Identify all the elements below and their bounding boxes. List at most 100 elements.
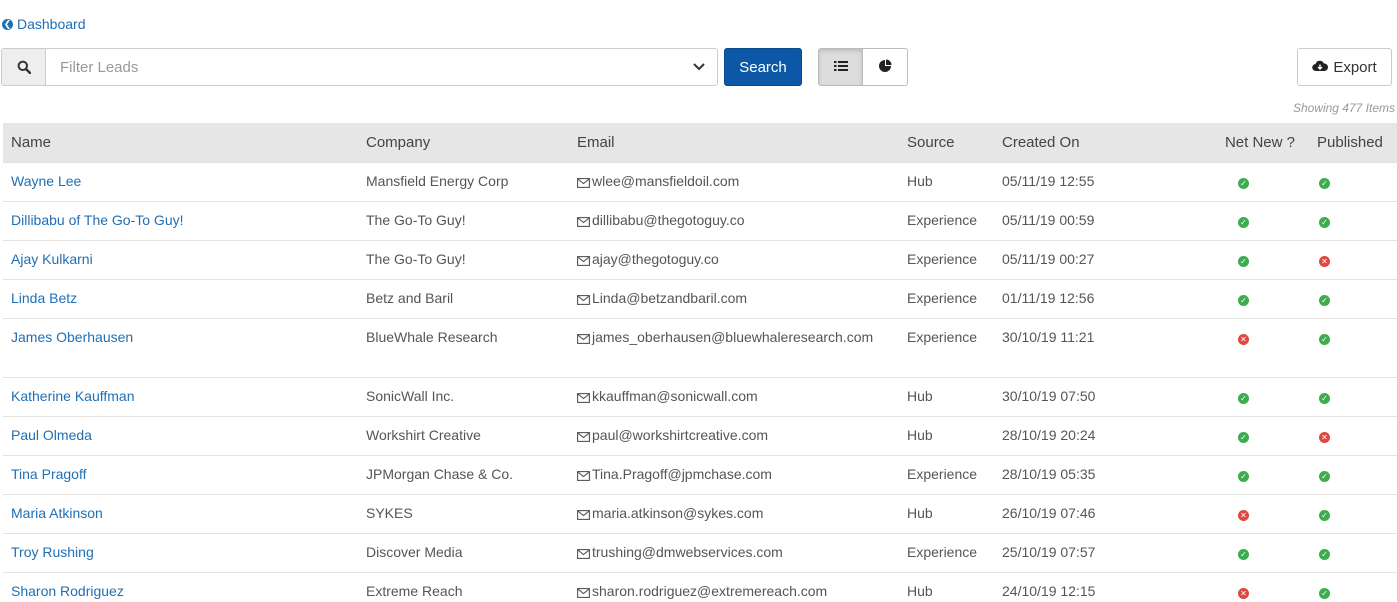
cell-net-new: ✕ bbox=[1204, 317, 1309, 377]
cell-source: Hub bbox=[899, 161, 994, 201]
export-label: Export bbox=[1333, 58, 1377, 76]
envelope-icon bbox=[577, 175, 590, 191]
table-row[interactable]: Tina Pragoff JPMorgan Chase & Co. Tina.Pra… bbox=[3, 454, 1397, 494]
table-row[interactable]: Troy Rushing Discover Media trushing@dmweb… bbox=[3, 532, 1397, 572]
cell-source: Experience bbox=[899, 317, 994, 377]
lead-name-link[interactable]: Sharon Rodriguez bbox=[11, 583, 124, 599]
table-row[interactable]: Paul Olmeda Workshirt Creative paul@worksh… bbox=[3, 415, 1397, 455]
cell-name: Maria Atkinson bbox=[3, 493, 358, 533]
email-text: kkauffman@sonicwall.com bbox=[592, 387, 758, 404]
check-circle-icon: ✓ bbox=[1319, 177, 1330, 189]
cell-source: Experience bbox=[899, 200, 994, 240]
column-header-net-new[interactable]: Net New ? bbox=[1204, 123, 1309, 162]
email-text: paul@workshirtcreative.com bbox=[592, 426, 769, 443]
cell-published: ✓ bbox=[1309, 493, 1397, 533]
cell-source: Experience bbox=[899, 239, 994, 279]
x-circle-icon: ✕ bbox=[1319, 431, 1330, 443]
cell-company: Discover Media bbox=[358, 532, 569, 572]
check-circle-icon: ✓ bbox=[1319, 470, 1330, 482]
list-view-button[interactable] bbox=[819, 49, 863, 85]
lead-name-link[interactable]: Ajay Kulkarni bbox=[11, 251, 93, 267]
lead-name-link[interactable]: Dillibabu of The Go-To Guy! bbox=[11, 212, 184, 228]
cell-company: BlueWhale Research bbox=[358, 317, 569, 377]
column-header-name[interactable]: Name bbox=[3, 123, 358, 162]
search-icon bbox=[2, 49, 46, 85]
lead-name-link[interactable]: Tina Pragoff bbox=[11, 466, 87, 482]
cell-published: ✓ bbox=[1309, 200, 1397, 240]
table-row[interactable]: Maria Atkinson SYKES maria.atkinson@sykes.… bbox=[3, 493, 1397, 533]
lead-name-link[interactable]: Maria Atkinson bbox=[11, 505, 103, 521]
cell-net-new: ✓ bbox=[1204, 415, 1309, 455]
export-button[interactable]: Export bbox=[1297, 48, 1392, 86]
cell-name: Tina Pragoff bbox=[3, 454, 358, 494]
cell-source: Experience bbox=[899, 454, 994, 494]
email-text: sharon.rodriguez@extremereach.com bbox=[592, 582, 828, 599]
cell-net-new: ✕ bbox=[1204, 493, 1309, 533]
cell-company: Workshirt Creative bbox=[358, 415, 569, 455]
envelope-icon bbox=[577, 468, 590, 484]
x-circle-icon: ✕ bbox=[1238, 587, 1249, 599]
check-circle-icon: ✓ bbox=[1319, 294, 1330, 306]
lead-name-link[interactable]: Troy Rushing bbox=[11, 544, 94, 560]
table-row[interactable]: Dillibabu of The Go-To Guy! The Go-To Guy… bbox=[3, 200, 1397, 240]
email-text: wlee@mansfieldoil.com bbox=[592, 172, 740, 189]
check-circle-icon: ✓ bbox=[1319, 392, 1330, 404]
envelope-icon bbox=[577, 214, 590, 230]
circle-arrow-left-icon: ❮ bbox=[2, 18, 13, 30]
lead-name-link[interactable]: Linda Betz bbox=[11, 290, 77, 306]
cell-name: James Oberhausen bbox=[3, 317, 358, 377]
chevron-down-icon[interactable] bbox=[681, 49, 717, 85]
lead-name-link[interactable]: Wayne Lee bbox=[11, 173, 81, 189]
column-header-published[interactable]: Published bbox=[1309, 123, 1397, 162]
email-text: dillibabu@thegotoguy.co bbox=[592, 211, 745, 228]
column-header-company[interactable]: Company bbox=[358, 123, 569, 162]
cell-email: ajay@thegotoguy.co bbox=[569, 239, 899, 279]
check-circle-icon: ✓ bbox=[1238, 177, 1249, 189]
x-circle-icon: ✕ bbox=[1319, 255, 1330, 267]
cell-created-on: 05/11/19 00:59 bbox=[994, 200, 1204, 240]
email-text: ajay@thegotoguy.co bbox=[592, 250, 719, 267]
table-row[interactable]: Sharon Rodriguez Extreme Reach sharon.rodr… bbox=[3, 571, 1397, 602]
check-circle-icon: ✓ bbox=[1319, 548, 1330, 560]
cell-net-new: ✓ bbox=[1204, 376, 1309, 416]
lead-name-link[interactable]: James Oberhausen bbox=[11, 329, 133, 345]
cell-source: Experience bbox=[899, 532, 994, 572]
column-header-created-on[interactable]: Created On bbox=[994, 123, 1204, 162]
cell-net-new: ✓ bbox=[1204, 278, 1309, 318]
cell-created-on: 24/10/19 12:15 bbox=[994, 571, 1204, 602]
chart-view-button[interactable] bbox=[863, 49, 907, 85]
cell-email: paul@workshirtcreative.com bbox=[569, 415, 899, 455]
table-row[interactable]: Katherine Kauffman SonicWall Inc. kkauffma… bbox=[3, 376, 1397, 416]
cell-published: ✕ bbox=[1309, 239, 1397, 279]
lead-name-link[interactable]: Paul Olmeda bbox=[11, 427, 92, 443]
column-header-email[interactable]: Email bbox=[569, 123, 899, 162]
cell-email: trushing@dmwebservices.com bbox=[569, 532, 899, 572]
cell-email: sharon.rodriguez@extremereach.com bbox=[569, 571, 899, 602]
cell-name: Sharon Rodriguez bbox=[3, 571, 358, 602]
table-row[interactable]: James Oberhausen BlueWhale Research james_… bbox=[3, 317, 1397, 377]
check-circle-icon: ✓ bbox=[1238, 470, 1249, 482]
envelope-icon bbox=[577, 331, 590, 347]
cell-net-new: ✓ bbox=[1204, 532, 1309, 572]
check-circle-icon: ✓ bbox=[1238, 255, 1249, 267]
search-button[interactable]: Search bbox=[724, 48, 802, 86]
filter-leads-input[interactable] bbox=[46, 49, 681, 85]
cell-name: Wayne Lee bbox=[3, 161, 358, 201]
column-header-source[interactable]: Source bbox=[899, 123, 994, 162]
cell-net-new: ✓ bbox=[1204, 454, 1309, 494]
table-row[interactable]: Ajay Kulkarni The Go-To Guy! ajay@thegotog… bbox=[3, 239, 1397, 279]
cell-company: Mansfield Energy Corp bbox=[358, 161, 569, 201]
table-row[interactable]: Wayne Lee Mansfield Energy Corp wlee@mansf… bbox=[3, 161, 1397, 201]
cell-email: dillibabu@thegotoguy.co bbox=[569, 200, 899, 240]
cell-company: The Go-To Guy! bbox=[358, 239, 569, 279]
table-header-row: Name Company Email Source Created On Net… bbox=[3, 123, 1397, 162]
lead-name-link[interactable]: Katherine Kauffman bbox=[11, 388, 135, 404]
envelope-icon bbox=[577, 253, 590, 269]
cell-company: Betz and Baril bbox=[358, 278, 569, 318]
cell-published: ✓ bbox=[1309, 376, 1397, 416]
cell-published: ✓ bbox=[1309, 317, 1397, 377]
table-row[interactable]: Linda Betz Betz and Baril Linda@betzandbar… bbox=[3, 278, 1397, 318]
envelope-icon bbox=[577, 585, 590, 601]
cell-created-on: 05/11/19 12:55 bbox=[994, 161, 1204, 201]
dashboard-back-link[interactable]: ❮ Dashboard bbox=[2, 16, 86, 32]
